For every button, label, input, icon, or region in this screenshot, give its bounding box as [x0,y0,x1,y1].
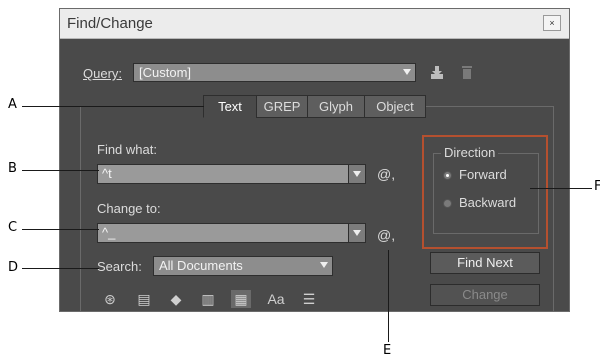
direction-highlight: Direction Forward Backward [422,135,548,249]
include-locked-stories-icon[interactable]: ▤ [135,290,153,308]
callout-b: B [8,161,17,176]
direction-label: Direction [441,145,499,160]
callout-a-leader [22,106,204,107]
include-footnotes-icon[interactable]: ▦ [231,290,251,308]
include-locked-layers-icon[interactable]: ⊛ [101,290,119,308]
window-title: Find/Change [67,15,153,32]
callout-f-leader [530,188,592,189]
tab-object-label: Object [376,99,414,114]
case-sensitive-icon[interactable]: Aa [265,290,287,308]
find-next-label: Find Next [457,255,513,270]
query-dropdown[interactable]: [Custom] [133,63,416,82]
chevron-down-icon [403,69,411,75]
direction-group: Direction Forward Backward [433,145,539,234]
tab-text[interactable]: Text [203,95,257,118]
whole-word-icon[interactable]: ☰ [300,290,318,308]
search-scope-dropdown[interactable]: All Documents [153,256,333,276]
query-value: [Custom] [139,65,192,80]
callout-e: E [383,343,392,358]
query-label: Query: [83,66,122,81]
change-button[interactable]: Change [430,284,540,306]
change-to-history-button[interactable] [348,224,365,242]
close-icon: × [549,18,555,28]
tab-glyph-label: Glyph [319,99,353,114]
change-to-value: ^_ [102,225,116,240]
backward-label: Backward [459,195,517,210]
change-to-label: Change to: [97,201,161,216]
tab-glyph[interactable]: Glyph [307,95,365,118]
change-special-characters-button[interactable]: @, [377,227,395,243]
find-change-dialog: Find/Change × Query: [Custom] Text GREP … [59,8,570,312]
callout-c-leader [22,229,99,230]
callout-a: A [8,97,17,112]
callout-b-leader [22,170,99,171]
query-label-text: Query: [83,66,123,81]
chevron-down-icon [353,230,361,236]
chevron-down-icon [353,171,361,177]
search-label: Search: [97,259,142,274]
find-special-characters-button[interactable]: @, [377,166,395,182]
tab-text-label: Text [218,99,242,114]
find-next-button[interactable]: Find Next [430,252,540,274]
tab-grep-label: GREP [263,99,301,114]
tab-object[interactable]: Object [364,95,426,118]
callout-c: C [8,220,18,235]
search-scope-value: All Documents [159,258,243,273]
title-bar[interactable]: Find/Change × [60,9,569,39]
change-label: Change [462,287,508,302]
trash-icon[interactable] [460,63,474,81]
close-button[interactable]: × [543,15,561,31]
change-to-field[interactable]: ^_ [97,223,366,243]
forward-radio[interactable] [443,171,452,180]
callout-e-leader [388,250,389,342]
find-what-label: Find what: [97,142,157,157]
save-query-icon[interactable] [429,63,445,81]
callout-d-leader [22,268,99,269]
find-what-field[interactable]: ^t [97,164,366,184]
callout-f: F [594,179,600,194]
tab-grep[interactable]: GREP [256,95,308,118]
find-what-value: ^t [102,166,112,181]
chevron-down-icon [320,262,328,268]
backward-radio[interactable] [443,199,452,208]
include-master-pages-icon[interactable]: ▥ [199,290,217,308]
callout-d: D [8,260,19,275]
include-hidden-layers-icon[interactable]: ◆ [167,290,185,308]
forward-label: Forward [459,167,507,182]
find-what-history-button[interactable] [348,165,365,183]
